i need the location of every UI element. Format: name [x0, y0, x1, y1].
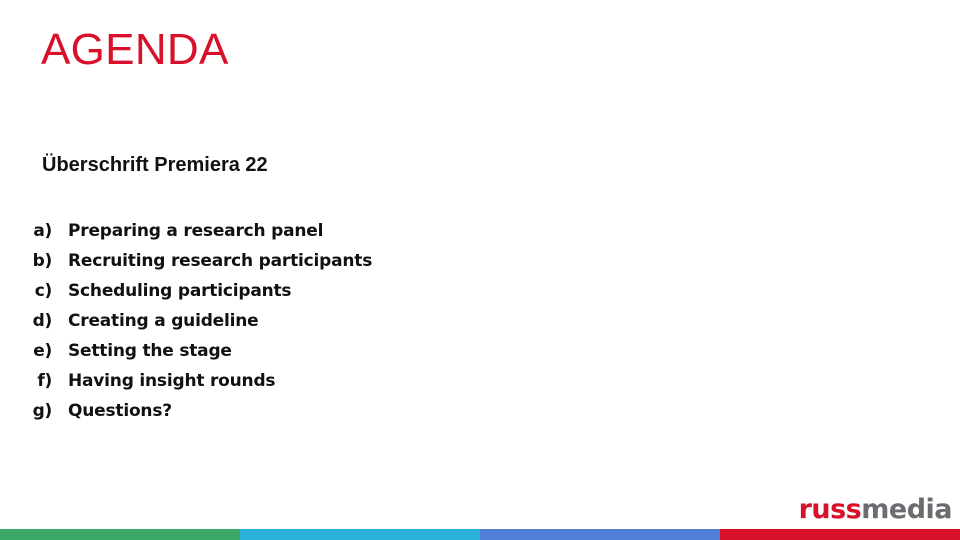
logo-media-text: media: [861, 494, 952, 525]
agenda-item-marker: f): [37, 371, 52, 391]
agenda-item-marker: g): [32, 401, 53, 421]
agenda-item-text: Questions?: [68, 401, 172, 421]
agenda-item-text: Setting the stage: [68, 341, 232, 361]
agenda-item-g: g) Questions?: [20, 396, 372, 426]
agenda-item-d: d) Creating a guideline: [20, 306, 372, 336]
agenda-item-text: Recruiting research participants: [68, 251, 373, 271]
agenda-item-marker: b): [32, 251, 53, 271]
agenda-item-c: c) Scheduling participants: [20, 276, 372, 306]
agenda-item-marker: e): [33, 341, 52, 361]
agenda-item-text: Preparing a research panel: [68, 221, 324, 241]
footer-color-bar: [0, 529, 960, 540]
color-bar-segment-red: [720, 529, 960, 540]
logo-russ-text: russ: [798, 494, 862, 525]
agenda-list: a) Preparing a research panel b) Recruit…: [20, 216, 373, 426]
slide-subtitle: Überschrift Premiera 22: [42, 154, 268, 176]
agenda-item-marker: a): [33, 221, 52, 241]
agenda-item-b: b) Recruiting research participants: [20, 246, 373, 276]
agenda-item-marker: c): [34, 281, 53, 301]
color-bar-segment-blue: [480, 529, 720, 540]
agenda-item-e: e) Setting the stage: [20, 336, 372, 366]
agenda-item-text: Having insight rounds: [68, 371, 276, 391]
color-bar-segment-green: [0, 529, 240, 540]
agenda-item-text: Creating a guideline: [68, 311, 259, 331]
agenda-item-marker: d): [32, 311, 53, 331]
agenda-item-f: f) Having insight rounds: [20, 366, 372, 396]
russmedia-logo: russ media: [798, 494, 953, 525]
color-bar-segment-cyan: [240, 529, 480, 540]
agenda-item-a: a) Preparing a research panel: [20, 216, 372, 246]
slide-title: AGENDA: [41, 25, 229, 74]
agenda-item-text: Scheduling participants: [68, 281, 292, 301]
